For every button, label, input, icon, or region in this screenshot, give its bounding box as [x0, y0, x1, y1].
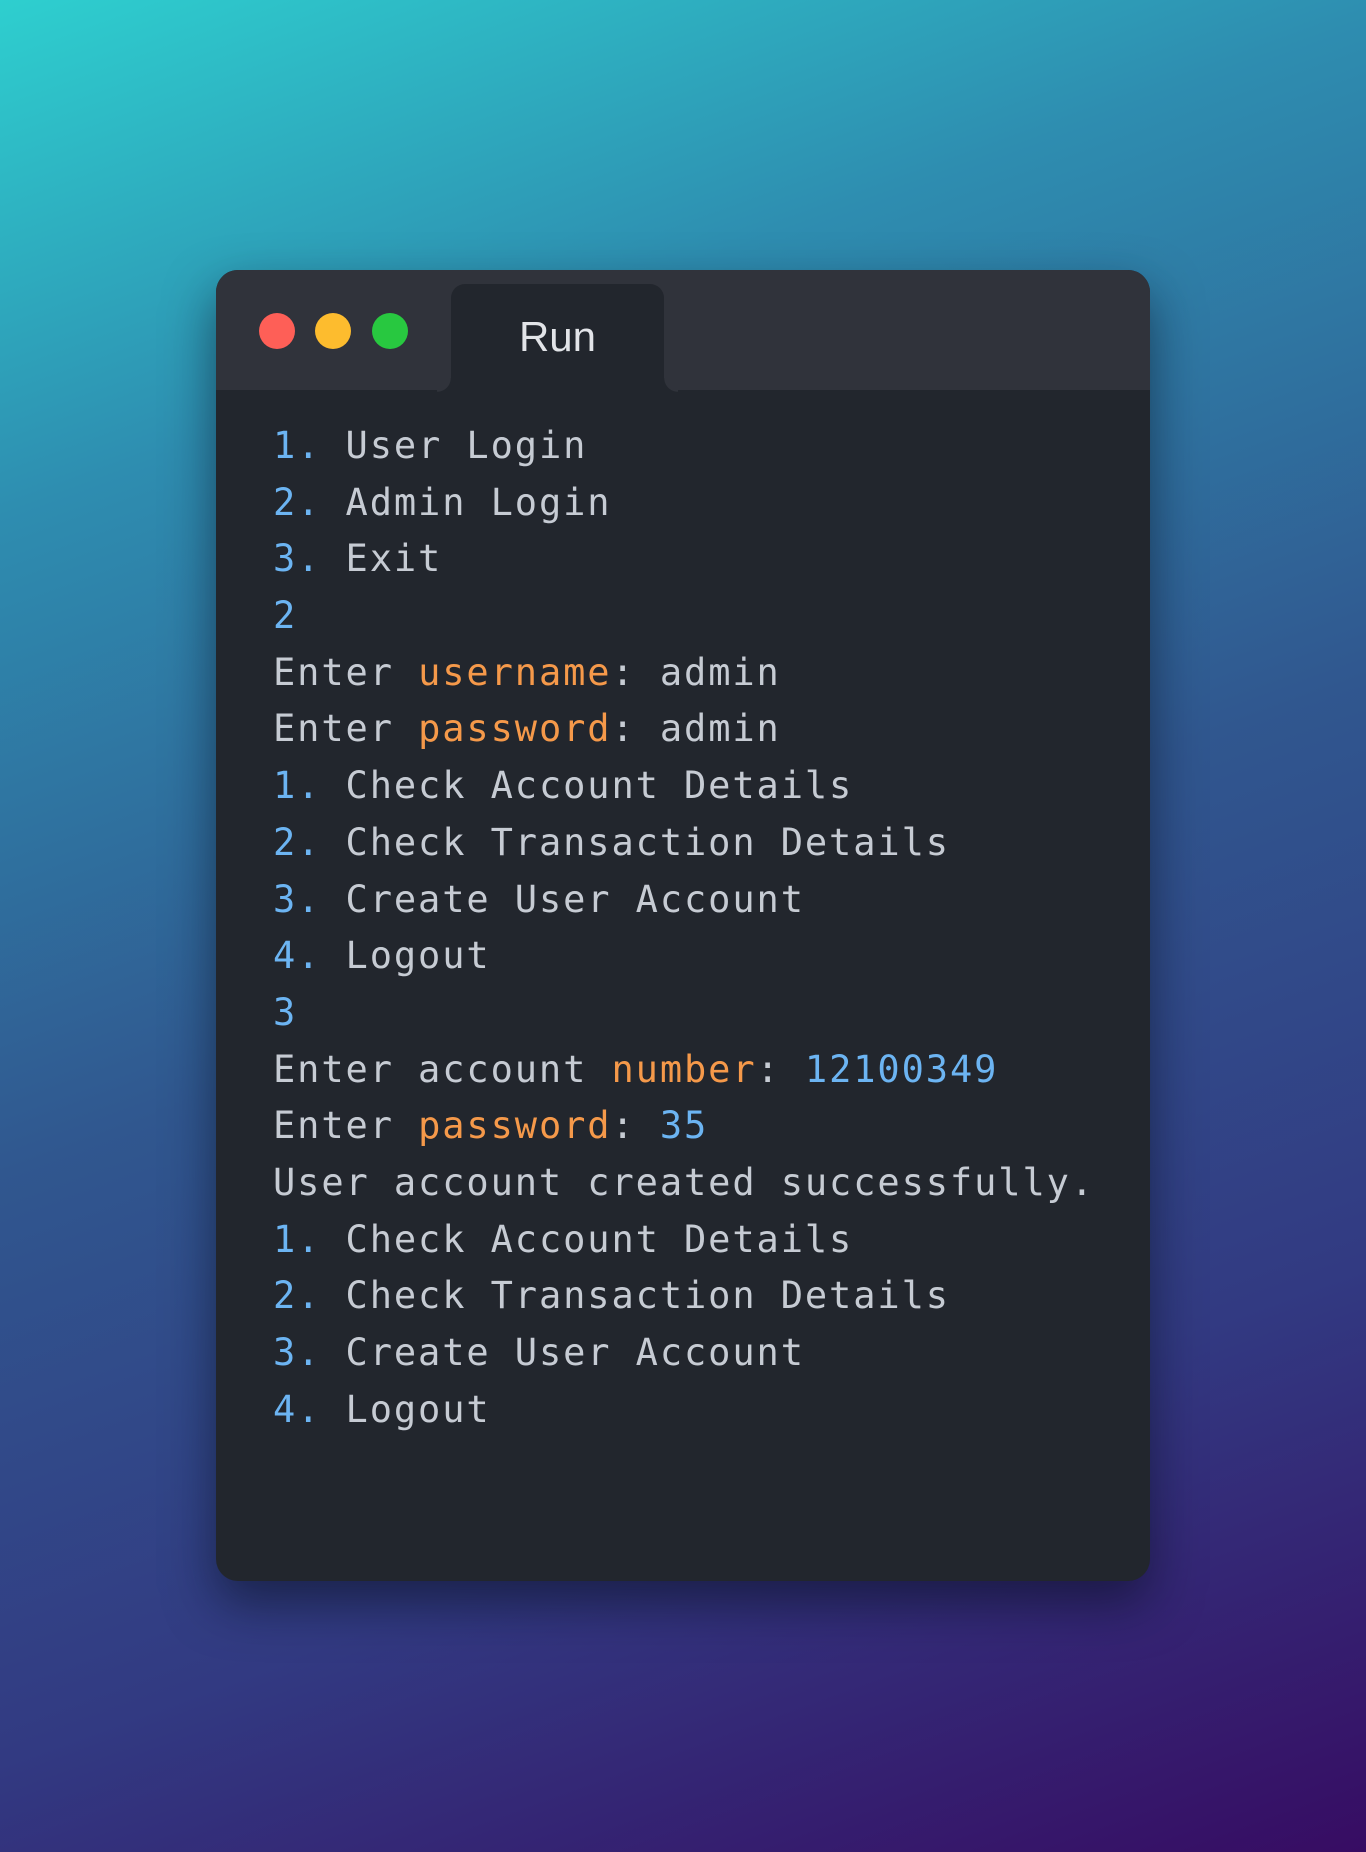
number-token: 3.: [273, 877, 346, 921]
number-token: 2.: [273, 820, 346, 864]
keyword-token: password: [418, 1104, 612, 1148]
number-token: 2.: [273, 480, 346, 524]
terminal-line: 2: [273, 588, 1133, 645]
terminal-line: 2. Check Transaction Details: [273, 1268, 1133, 1325]
text-token: Enter: [273, 1104, 419, 1148]
close-button[interactable]: [259, 313, 295, 349]
number-token: 2.: [273, 1274, 346, 1318]
terminal-line: 3. Exit: [273, 531, 1133, 588]
terminal-line: 4. Logout: [273, 1382, 1133, 1439]
terminal-line: User account created successfully.: [273, 1155, 1133, 1212]
title-bar: Run: [216, 270, 1150, 392]
text-token: User Login: [345, 424, 588, 467]
keyword-token: username: [418, 650, 612, 694]
terminal-line: Enter password: 35: [273, 1098, 1133, 1155]
text-token: : admin: [611, 650, 781, 694]
text-token: Check Account Details: [345, 764, 854, 808]
terminal-output: 1. User Login 2. Admin Login 3. Exit 2 Enter…: [273, 418, 1133, 1438]
maximize-button[interactable]: [372, 313, 408, 349]
terminal-line: 2. Admin Login: [273, 475, 1133, 532]
terminal-line: Enter username: admin: [273, 645, 1133, 702]
terminal-line: 1. User Login: [273, 418, 1133, 475]
text-token: Enter account: [273, 1047, 612, 1091]
terminal-line: Enter account number: 12100349: [273, 1042, 1133, 1099]
keyword-token: number: [611, 1047, 757, 1091]
number-token: 3.: [273, 1331, 346, 1374]
text-token: :: [756, 1047, 805, 1091]
text-token: Enter: [273, 650, 419, 694]
text-token: Check Transaction Details: [345, 820, 950, 864]
terminal-line: 3. Create User Account: [273, 872, 1133, 929]
text-token: Check Transaction Details: [345, 1274, 950, 1318]
terminal-window: Run 1. User Login 2. Admin Login 3. Exit 2 E…: [216, 270, 1150, 1581]
number-token: 35: [659, 1104, 709, 1148]
text-token: Create User Account: [345, 877, 805, 921]
number-token: 3.: [273, 537, 346, 581]
text-token: Create User Account: [345, 1331, 805, 1374]
terminal-line: 3: [273, 985, 1133, 1042]
number-token: 1.: [273, 1217, 346, 1261]
text-token: Admin Login: [345, 480, 612, 524]
keyword-token: password: [418, 707, 612, 751]
text-token: Check Account Details: [345, 1217, 854, 1261]
terminal-line: 1. Check Account Details: [273, 1212, 1133, 1269]
terminal-line: 2. Check Transaction Details: [273, 815, 1133, 872]
text-token: Logout: [345, 934, 491, 978]
number-token: 1.: [273, 764, 346, 808]
number-token: 3: [273, 990, 298, 1034]
text-token: Logout: [345, 1387, 491, 1431]
text-token: : admin: [611, 707, 781, 751]
terminal-line: Enter password: admin: [273, 701, 1133, 758]
terminal-line: 3. Create User Account: [273, 1325, 1133, 1382]
text-token: :: [611, 1104, 660, 1148]
number-token: 12100349: [804, 1047, 999, 1091]
number-token: 4.: [273, 1387, 346, 1431]
text-token: User account created successfully.: [273, 1160, 1095, 1204]
text-token: Exit: [345, 537, 443, 581]
tab-run[interactable]: Run: [437, 284, 678, 392]
number-token: 4.: [273, 934, 346, 978]
minimize-button[interactable]: [315, 313, 351, 349]
number-token: 2: [273, 594, 298, 638]
terminal-line: 1. Check Account Details: [273, 758, 1133, 815]
number-token: 1.: [273, 424, 346, 467]
text-token: Enter: [273, 707, 419, 751]
terminal-line: 4. Logout: [273, 928, 1133, 985]
